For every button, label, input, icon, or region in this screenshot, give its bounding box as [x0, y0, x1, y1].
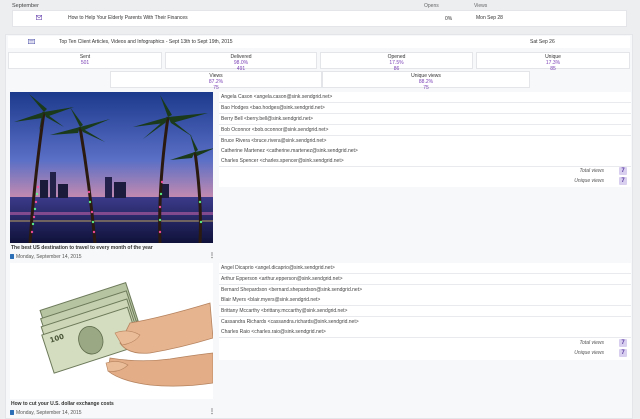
total-views-label: Total views: [579, 168, 604, 174]
stat-delivered: Delivered 98.0% 491: [165, 52, 317, 72]
more-vertical-icon[interactable]: ⋮: [209, 409, 215, 415]
email-date: Mon Sep 28: [476, 15, 503, 21]
article-caption[interactable]: How to cut your U.S. dollar exchange cos…: [11, 401, 114, 407]
email-title[interactable]: How to Help Your Elderly Parents With Th…: [68, 15, 188, 21]
article-caption[interactable]: The best US destination to travel to eve…: [11, 245, 153, 251]
stat-sub: 75: [423, 85, 429, 91]
stat-unique: Unique 17.3% 85: [476, 52, 630, 72]
stat-views: Views 87.2% 75: [110, 71, 322, 91]
article-date: Monday, September 14, 2015: [10, 254, 82, 260]
recipient-row[interactable]: Charles Spencer <charles.spencer@sink.se…: [219, 156, 631, 167]
unique-views-label: Unique views: [574, 350, 604, 356]
total-views-badge[interactable]: 7: [619, 167, 627, 175]
opens-column-header: Opens: [424, 3, 439, 9]
stat-opened: Opened 17.5% 86: [320, 52, 473, 72]
campaign-date: Sat Sep 26: [530, 39, 555, 45]
recipient-row[interactable]: Angel Dicaprio <angel.dicaprio@sink.send…: [219, 263, 631, 274]
unique-views-badge[interactable]: 7: [619, 177, 627, 185]
article-image-travel[interactable]: [10, 92, 213, 243]
total-views-badge[interactable]: 7: [619, 339, 627, 347]
recipient-row[interactable]: Charles Raio <charles.raio@sink.sendgrid…: [219, 327, 631, 338]
unique-views-label: Unique views: [574, 178, 604, 184]
article-image-money[interactable]: 100 100: [10, 263, 213, 399]
recipient-row[interactable]: Blair Myers <blair.myers@sink.sendgrid.n…: [219, 295, 631, 306]
total-views-label: Total views: [579, 340, 604, 346]
stat-sent: Sent 501: [8, 52, 162, 69]
envelope-icon: [36, 15, 43, 21]
newsletter-icon: [28, 39, 36, 45]
stat-unique-views: Unique views 88.2% 75: [322, 71, 530, 91]
recipient-row[interactable]: Angela Cason <angela.cason@sink.sendgrid…: [219, 92, 631, 103]
calendar-icon: [10, 254, 14, 259]
recipient-row[interactable]: Arthur Epperson <arthur.epperson@sink.se…: [219, 274, 631, 285]
article-date-text: Monday, September 14, 2015: [16, 410, 82, 416]
email-opens: 0%: [445, 16, 453, 22]
recipient-row[interactable]: Bob Oconnor <bob.oconnor@sink.sendgrid.n…: [219, 125, 631, 136]
recipient-row[interactable]: Brittany Mccarthy <brittany.mccarthy@sin…: [219, 306, 631, 317]
campaign-title[interactable]: Top Ten Client Articles, Videos and Info…: [59, 39, 233, 45]
calendar-icon: [10, 410, 14, 415]
stat-value: 501: [80, 60, 90, 66]
unique-views-badge[interactable]: 7: [619, 349, 627, 357]
more-vertical-icon[interactable]: ⋮: [209, 253, 215, 259]
email-row[interactable]: How to Help Your Elderly Parents With Th…: [12, 10, 627, 27]
campaign-header[interactable]: Top Ten Client Articles, Videos and Info…: [8, 36, 630, 48]
recipient-row[interactable]: Berry Bell <berry.bell@sink.sendgrid.net…: [219, 114, 631, 125]
month-header: September: [12, 3, 39, 9]
recipient-row[interactable]: Bao Hodges <bao.hodges@sink.sendgrid.net…: [219, 103, 631, 114]
article-date-text: Monday, September 14, 2015: [16, 254, 82, 260]
views-column-header: Views: [474, 3, 488, 9]
article-date: Monday, September 14, 2015: [10, 410, 82, 416]
stat-sub: 75: [213, 85, 219, 91]
